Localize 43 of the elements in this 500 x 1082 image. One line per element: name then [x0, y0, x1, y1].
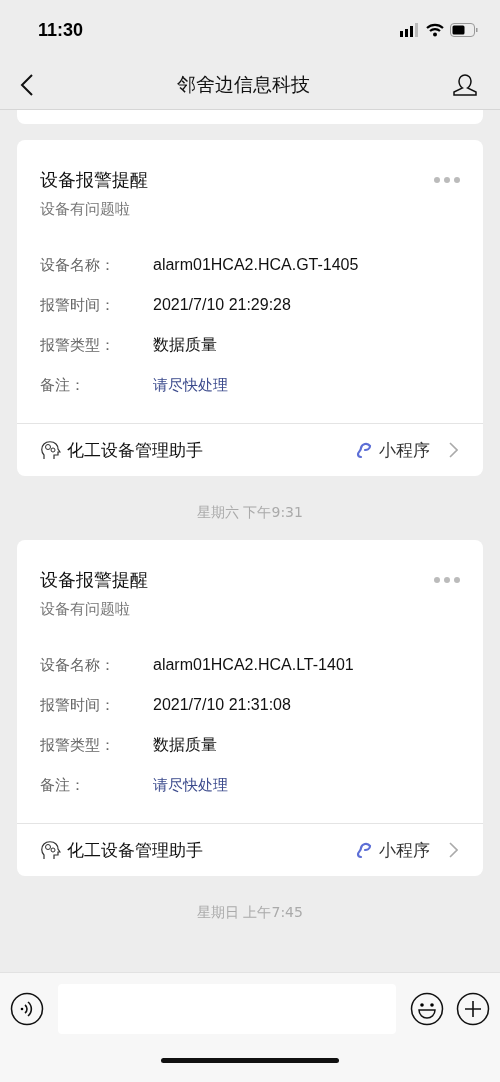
field-label: 设备名称： — [40, 255, 116, 275]
profile-icon[interactable] — [452, 72, 478, 97]
timestamp: 星期六 下午9:31 — [197, 503, 303, 522]
chevron-icon — [448, 442, 458, 458]
message-subtitle: 设备有问题啦 — [39, 199, 131, 219]
wifi-icon — [426, 23, 444, 37]
status-time: 11:30 — [38, 19, 84, 41]
head-gear-icon — [39, 839, 61, 861]
emoji-icon[interactable] — [410, 992, 444, 1026]
field-value: 数据质量 — [153, 334, 217, 355]
link-icon — [355, 441, 373, 459]
message-card[interactable]: 设备报警提醒 设备有问题啦 设备名称： alarm01HCA2.HCA.LT-1401 报警时间： 2021/7/10 21:31:08 报警类型： 数据质量 备注： 请尽快处理 化工设备管理助手 小程序 — [17, 540, 483, 876]
field-value: alarm01HCA2.HCA.LT-1401 — [153, 656, 354, 674]
chat-title: 邻舍边信息科技 — [176, 71, 310, 97]
signal-icon — [400, 23, 420, 37]
mini-program-tag: 小程序 — [379, 438, 430, 462]
message-subtitle: 设备有问题啦 — [39, 599, 131, 619]
head-gear-icon — [39, 439, 61, 461]
mini-program-name: 化工设备管理助手 — [67, 838, 204, 862]
add-icon[interactable] — [456, 992, 490, 1026]
field-value: 2021/7/10 21:29:28 — [153, 296, 291, 314]
field-value: alarm01HCA2.HCA.GT-1405 — [153, 256, 359, 274]
field-label: 报警时间： — [40, 295, 116, 315]
field-label: 备注： — [40, 775, 86, 795]
field-label: 备注： — [40, 375, 86, 395]
field-value: 数据质量 — [153, 734, 217, 755]
battery-icon — [450, 23, 478, 37]
note-link[interactable]: 请尽快处理 — [153, 375, 228, 395]
chevron-icon — [448, 842, 458, 858]
link-icon — [355, 841, 373, 859]
field-label: 报警时间： — [40, 695, 116, 715]
mini-program-tag: 小程序 — [379, 838, 430, 862]
mini-program-name: 化工设备管理助手 — [67, 438, 204, 462]
field-value: 2021/7/10 21:31:08 — [153, 696, 291, 714]
field-label: 设备名称： — [40, 655, 116, 675]
back-icon[interactable] — [20, 73, 34, 96]
message-card[interactable]: 设备报警提醒 设备有问题啦 设备名称： alarm01HCA2.HCA.GT-1405 报警时间： 2021/7/10 21:29:28 报警类型： 数据质量 备注： 请尽快处理 化工设备管理助手 小程序 — [17, 140, 483, 476]
message-title: 设备报警提醒 — [40, 568, 148, 592]
voice-icon[interactable] — [10, 992, 44, 1026]
message-title: 设备报警提醒 — [40, 168, 148, 192]
field-label: 报警类型： — [40, 735, 116, 755]
field-label: 报警类型： — [40, 335, 116, 355]
note-link[interactable]: 请尽快处理 — [153, 775, 228, 795]
